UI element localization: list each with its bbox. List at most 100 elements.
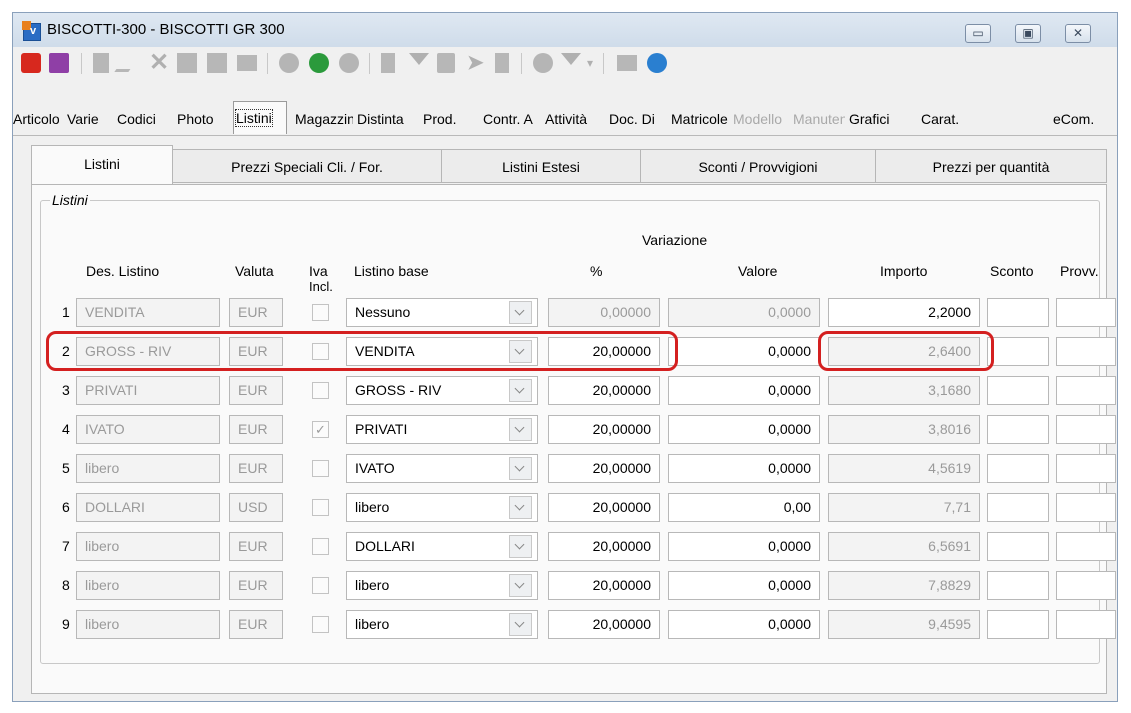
subtab-sconti-provvigioni[interactable]: Sconti / Provvigioni xyxy=(640,149,876,183)
tab-listini[interactable]: Listini xyxy=(233,101,287,134)
globe-icon[interactable] xyxy=(647,53,667,73)
valore-field[interactable]: 0,0000 xyxy=(668,532,820,561)
iva-incl-checkbox[interactable] xyxy=(312,460,329,477)
chevron-down-icon[interactable] xyxy=(509,379,532,402)
valore-field[interactable]: 0,0000 xyxy=(668,376,820,405)
tab-contr[interactable]: Contr. A xyxy=(483,105,539,133)
sconto-field[interactable] xyxy=(987,415,1049,444)
des-listino-field[interactable]: libero xyxy=(76,571,220,600)
circle-icon[interactable] xyxy=(339,53,359,73)
valuta-field[interactable]: USD xyxy=(229,493,283,522)
tab-attivita[interactable]: Attività xyxy=(545,105,601,133)
chevron-down-icon[interactable] xyxy=(509,613,532,636)
iva-incl-checkbox[interactable] xyxy=(312,382,329,399)
valuta-field[interactable]: EUR xyxy=(229,298,283,327)
percent-field[interactable]: 0,00000 xyxy=(548,298,660,327)
chevron-down-icon[interactable] xyxy=(509,535,532,558)
chevron-down-icon[interactable]: ▾ xyxy=(587,53,607,73)
subtab-prezzi-speciali[interactable]: Prezzi Speciali Cli. / For. xyxy=(172,149,442,183)
valore-field[interactable]: 0,0000 xyxy=(668,298,820,327)
tab-codici[interactable]: Codici xyxy=(117,105,167,133)
title-bar[interactable]: v BISCOTTI-300 - BISCOTTI GR 300 ▭ ▣ ✕ xyxy=(13,13,1117,47)
valuta-field[interactable]: EUR xyxy=(229,376,283,405)
iva-incl-checkbox[interactable] xyxy=(312,538,329,555)
des-listino-field[interactable]: IVATO xyxy=(76,415,220,444)
sconto-field[interactable] xyxy=(987,454,1049,483)
provv-field[interactable] xyxy=(1056,610,1116,639)
provv-field[interactable] xyxy=(1056,532,1116,561)
importo-field[interactable]: 6,5691 xyxy=(828,532,980,561)
next-icon[interactable]: ➤ xyxy=(467,53,487,73)
sconto-field[interactable] xyxy=(987,376,1049,405)
percent-field[interactable]: 20,00000 xyxy=(548,376,660,405)
provv-field[interactable] xyxy=(1056,571,1116,600)
valuta-field[interactable]: EUR xyxy=(229,610,283,639)
subtab-prezzi-quantita[interactable]: Prezzi per quantità xyxy=(875,149,1107,183)
print-icon[interactable] xyxy=(237,55,257,71)
iva-incl-checkbox[interactable] xyxy=(312,577,329,594)
importo-field[interactable]: 3,1680 xyxy=(828,376,980,405)
delete-icon[interactable]: ✕ xyxy=(149,51,169,75)
tab-varie[interactable]: Varie xyxy=(67,105,107,133)
importo-field[interactable]: 2,2000 xyxy=(828,298,980,327)
des-listino-field[interactable]: DOLLARI xyxy=(76,493,220,522)
chevron-down-icon[interactable] xyxy=(509,496,532,519)
sconto-field[interactable] xyxy=(987,610,1049,639)
des-listino-field[interactable]: PRIVATI xyxy=(76,376,220,405)
sconto-field[interactable] xyxy=(987,493,1049,522)
des-listino-field[interactable]: libero xyxy=(76,454,220,483)
sconto-field[interactable] xyxy=(987,532,1049,561)
des-listino-field[interactable]: VENDITA xyxy=(76,298,220,327)
iva-incl-checkbox[interactable]: ✓ xyxy=(312,421,329,438)
tab-ecom[interactable]: eCom. xyxy=(1053,105,1103,133)
percent-field[interactable]: 20,00000 xyxy=(548,454,660,483)
import-icon[interactable] xyxy=(437,53,455,73)
importo-field[interactable]: 4,5619 xyxy=(828,454,980,483)
sconto-field[interactable] xyxy=(987,337,1049,366)
percent-field[interactable]: 20,00000 xyxy=(548,610,660,639)
importo-field[interactable]: 7,71 xyxy=(828,493,980,522)
valore-field[interactable]: 0,00 xyxy=(668,493,820,522)
tab-carat[interactable]: Carat. xyxy=(921,105,971,133)
provv-field[interactable] xyxy=(1056,415,1116,444)
valore-field[interactable]: 0,0000 xyxy=(668,337,820,366)
clipboard-icon[interactable] xyxy=(381,53,395,73)
filter-dropdown-icon[interactable] xyxy=(561,53,581,65)
valore-field[interactable]: 0,0000 xyxy=(668,571,820,600)
tab-articolo[interactable]: Articolo xyxy=(13,105,59,133)
chevron-down-icon[interactable] xyxy=(509,457,532,480)
tab-matricole[interactable]: Matricole xyxy=(671,105,729,133)
sconto-field[interactable] xyxy=(987,571,1049,600)
valuta-field[interactable]: EUR xyxy=(229,454,283,483)
iva-incl-checkbox[interactable] xyxy=(312,304,329,321)
percent-field[interactable]: 20,00000 xyxy=(548,571,660,600)
provv-field[interactable] xyxy=(1056,376,1116,405)
document-icon[interactable] xyxy=(93,53,109,73)
chevron-down-icon[interactable] xyxy=(509,574,532,597)
power-icon[interactable] xyxy=(21,53,41,73)
tab-grafici[interactable]: Grafici xyxy=(849,105,905,133)
sconto-field[interactable] xyxy=(987,298,1049,327)
chevron-down-icon[interactable] xyxy=(509,418,532,441)
minimize-button[interactable]: ▭ xyxy=(965,24,991,43)
provv-field[interactable] xyxy=(1056,493,1116,522)
file-icon[interactable] xyxy=(495,53,509,73)
filter-icon[interactable] xyxy=(409,53,429,65)
importo-field[interactable]: 7,8829 xyxy=(828,571,980,600)
iva-incl-checkbox[interactable] xyxy=(312,499,329,516)
edit-icon[interactable] xyxy=(114,53,142,72)
des-listino-field[interactable]: libero xyxy=(76,532,220,561)
close-button[interactable]: ✕ xyxy=(1065,24,1091,43)
valuta-field[interactable]: EUR xyxy=(229,415,283,444)
subtab-listini-estesi[interactable]: Listini Estesi xyxy=(441,149,641,183)
provv-field[interactable] xyxy=(1056,337,1116,366)
tab-photo[interactable]: Photo xyxy=(177,105,223,133)
valore-field[interactable]: 0,0000 xyxy=(668,454,820,483)
importo-field[interactable]: 3,8016 xyxy=(828,415,980,444)
tab-distinta[interactable]: Distinta xyxy=(357,105,417,133)
des-listino-field[interactable]: libero xyxy=(76,610,220,639)
provv-field[interactable] xyxy=(1056,298,1116,327)
record-icon[interactable] xyxy=(533,53,553,73)
valore-field[interactable]: 0,0000 xyxy=(668,415,820,444)
tab-doc[interactable]: Doc. Di xyxy=(609,105,665,133)
